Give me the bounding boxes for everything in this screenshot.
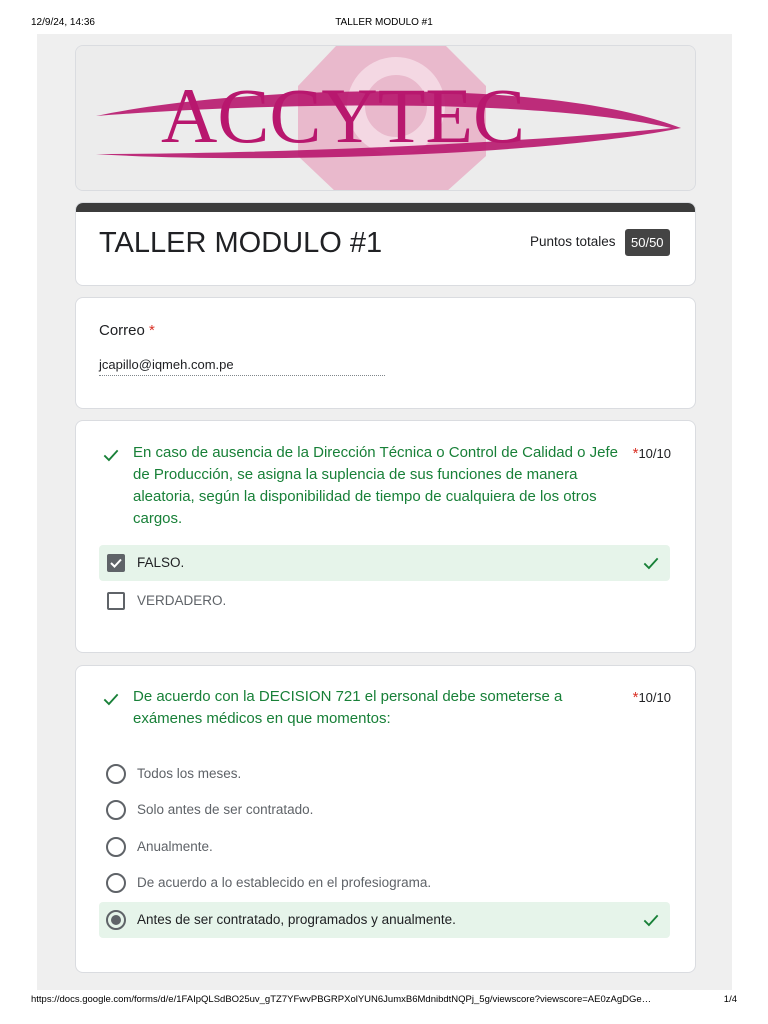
correct-check-icon — [103, 693, 119, 706]
option-label: De acuerdo a lo establecido en el profes… — [137, 875, 432, 890]
email-card: Correo * jcapillo@iqmeh.com.pe — [75, 297, 696, 409]
checkmark-icon — [110, 558, 122, 568]
option-falso[interactable]: FALSO. — [99, 545, 670, 581]
points-badge: 50/50 — [625, 229, 670, 256]
option-anualmente[interactable]: Anualmente. — [99, 829, 670, 865]
question-score: *10/10 — [633, 689, 671, 706]
checkbox-checked[interactable] — [107, 554, 125, 572]
correct-check-icon — [103, 449, 119, 462]
correct-check-icon — [643, 557, 659, 570]
option-label: VERDADERO. — [137, 593, 227, 608]
option-label: Solo antes de ser contratado. — [137, 802, 314, 817]
score-value: 10/10 — [638, 446, 671, 461]
page-title: TALLER MODULO #1 — [99, 227, 383, 259]
radio-button-selected[interactable] — [106, 910, 126, 930]
radio-button[interactable] — [106, 764, 126, 784]
header-banner: ACCYTEC — [75, 45, 696, 191]
print-url: https://docs.google.com/forms/d/e/1FAIpQ… — [31, 994, 652, 1005]
option-todos-los-meses[interactable]: Todos los meses. — [99, 756, 670, 792]
option-verdadero[interactable]: VERDADERO. — [99, 583, 670, 619]
page-number: 1/4 — [723, 994, 737, 1005]
option-profesiograma[interactable]: De acuerdo a lo establecido en el profes… — [99, 865, 670, 901]
logo-text: ACCYTEC — [161, 72, 525, 159]
radio-button[interactable] — [106, 837, 126, 857]
points-label: Puntos totales — [530, 234, 616, 249]
radio-button[interactable] — [106, 800, 126, 820]
form-canvas: ACCYTEC TALLER MODULO #1 Puntos totales … — [37, 34, 732, 990]
score-value: 10/10 — [638, 690, 671, 705]
email-field: jcapillo@iqmeh.com.pe — [99, 357, 385, 376]
email-label-text: Correo — [99, 322, 145, 339]
option-solo-antes[interactable]: Solo antes de ser contratado. — [99, 792, 670, 828]
required-mark: * — [149, 322, 155, 339]
print-footer: https://docs.google.com/forms/d/e/1FAIpQ… — [0, 994, 768, 1008]
option-label: Todos los meses. — [137, 766, 242, 781]
form-title-card: TALLER MODULO #1 Puntos totales 50/50 — [75, 202, 696, 286]
radio-button[interactable] — [106, 873, 126, 893]
question-text: De acuerdo con la DECISION 721 el person… — [133, 688, 563, 727]
question-card-1: En caso de ausencia de la Dirección Técn… — [75, 420, 696, 653]
option-label: Antes de ser contratado, programados y a… — [137, 912, 456, 927]
option-label: FALSO. — [137, 555, 185, 570]
question-text: En caso de ausencia de la Dirección Técn… — [133, 444, 619, 527]
option-label: Anualmente. — [137, 839, 213, 854]
accytec-logo: ACCYTEC — [76, 46, 695, 190]
theme-bar — [76, 203, 695, 212]
option-antes-programados-anualmente[interactable]: Antes de ser contratado, programados y a… — [99, 902, 670, 938]
correct-check-icon — [643, 914, 659, 927]
print-header: 12/9/24, 14:36 TALLER MODULO #1 — [0, 17, 768, 31]
email-label: Correo * — [99, 322, 155, 339]
print-title: TALLER MODULO #1 — [335, 17, 433, 28]
question-score: *10/10 — [633, 445, 671, 462]
question-card-2: De acuerdo con la DECISION 721 el person… — [75, 665, 696, 973]
checkbox[interactable] — [107, 592, 125, 610]
